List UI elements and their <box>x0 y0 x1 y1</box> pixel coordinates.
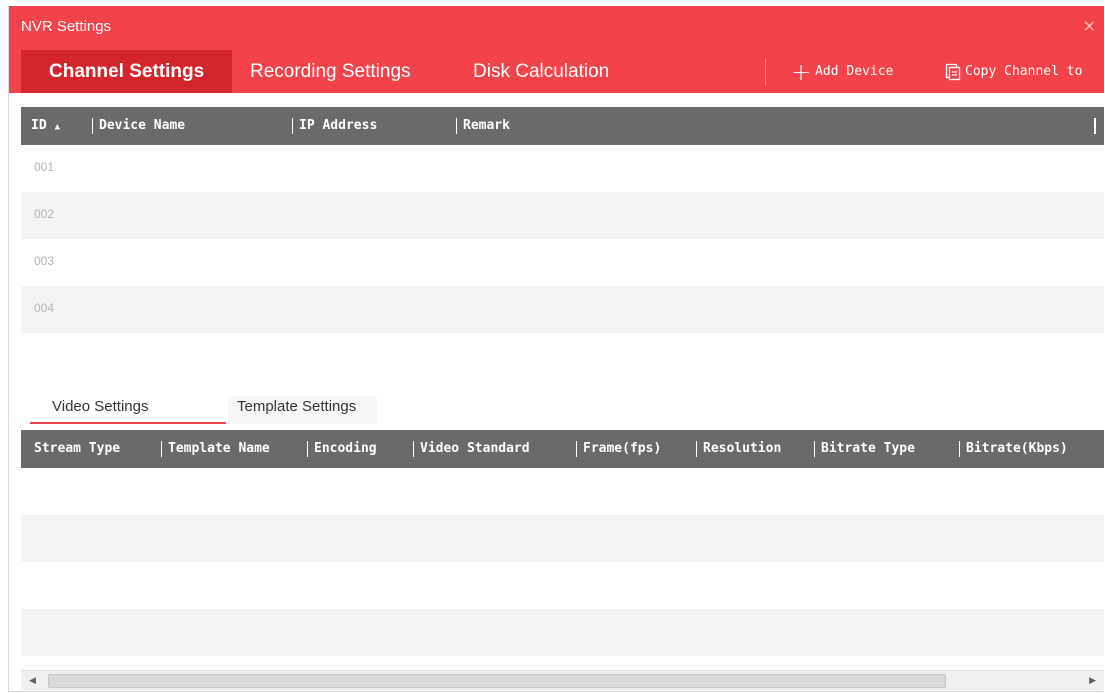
scrollbar-thumb[interactable] <box>48 674 946 688</box>
column-header-template-name[interactable]: Template Name <box>161 430 270 468</box>
table-row[interactable] <box>21 562 1104 609</box>
column-header-device-name[interactable]: Device Name <box>92 107 185 145</box>
column-header-video-standard[interactable]: Video Standard <box>413 430 530 468</box>
row-id: 002 <box>34 207 55 221</box>
column-header-resolution[interactable]: Resolution <box>696 430 781 468</box>
column-header-encoding[interactable]: Encoding <box>307 430 377 468</box>
table-row[interactable] <box>21 468 1104 515</box>
channel-table-header: ID ▲ Device Name IP Address Remark <box>21 107 1104 145</box>
window-header: NVR Settings × Channel Settings Recordin… <box>9 6 1104 93</box>
column-resize-edge <box>1094 118 1096 134</box>
column-header-id[interactable]: ID ▲ <box>31 107 60 145</box>
table-row[interactable]: 002 <box>21 192 1104 239</box>
row-id: 001 <box>34 160 55 174</box>
plus-icon: + <box>791 58 812 86</box>
column-header-bitrate-type[interactable]: Bitrate Type <box>814 430 915 468</box>
column-header-remark[interactable]: Remark <box>456 107 510 145</box>
tab-video-settings[interactable]: Video Settings <box>30 396 226 424</box>
tab-disk-calculation[interactable]: Disk Calculation <box>473 50 609 93</box>
close-icon[interactable]: × <box>1083 16 1096 35</box>
table-row[interactable]: 004 <box>21 286 1104 333</box>
column-header-frame-fps[interactable]: Frame(fps) <box>576 430 661 468</box>
video-table-header: Stream Type Template Name Encoding Video… <box>21 430 1104 468</box>
table-row[interactable]: 003 <box>21 239 1104 286</box>
column-header-bitrate-kbps[interactable]: Bitrate(Kbps) <box>959 430 1068 468</box>
table-row[interactable] <box>21 515 1104 562</box>
nvr-settings-window: NVR Settings × Channel Settings Recordin… <box>8 6 1104 692</box>
column-header-ip-address[interactable]: IP Address <box>292 107 377 145</box>
window-title: NVR Settings <box>21 18 112 35</box>
sort-ascending-icon: ▲ <box>54 122 61 132</box>
table-row[interactable] <box>21 609 1104 656</box>
column-header-stream-type[interactable]: Stream Type <box>34 430 120 468</box>
table-row[interactable]: 001 <box>21 145 1104 192</box>
copy-channel-button[interactable]: Copy Channel to <box>945 58 1082 86</box>
add-device-button[interactable]: + Add Device <box>791 58 893 86</box>
header-divider <box>765 58 766 86</box>
row-id: 004 <box>34 301 55 315</box>
copy-icon <box>945 63 961 81</box>
tab-channel-settings[interactable]: Channel Settings <box>21 50 232 93</box>
scroll-left-icon[interactable]: ◀ <box>29 676 36 686</box>
row-id: 003 <box>34 254 55 268</box>
tab-recording-settings[interactable]: Recording Settings <box>250 50 411 93</box>
scroll-right-icon[interactable]: ▶ <box>1089 676 1096 686</box>
tab-template-settings[interactable]: Template Settings <box>228 396 377 424</box>
horizontal-scrollbar[interactable]: ◀ ▶ <box>21 670 1104 690</box>
copy-channel-label: Copy Channel to <box>965 64 1083 79</box>
add-device-label: Add Device <box>815 64 894 79</box>
